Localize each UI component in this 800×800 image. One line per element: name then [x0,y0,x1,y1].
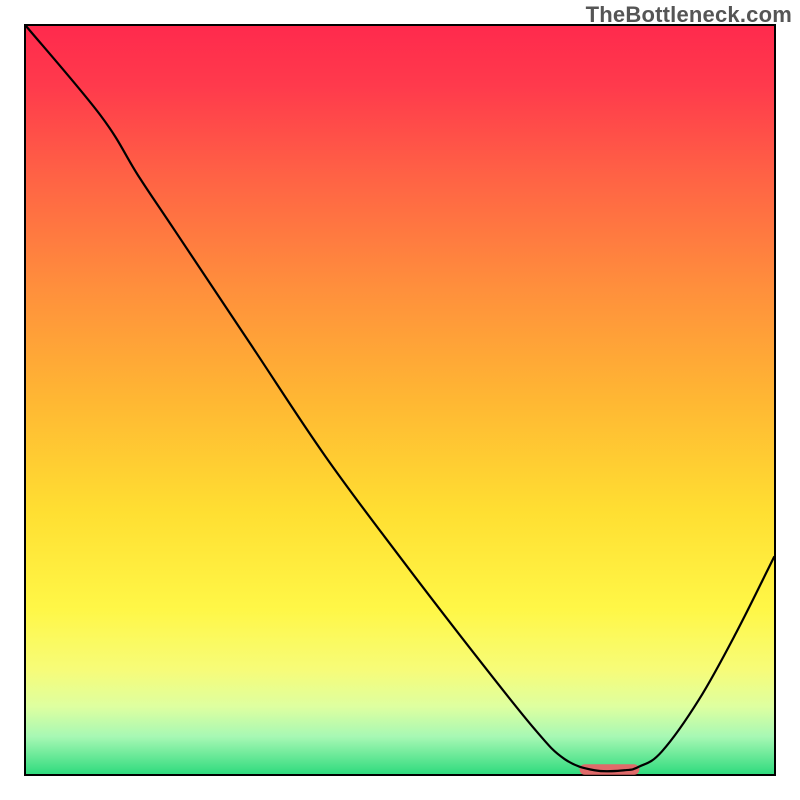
chart-container: TheBottleneck.com [0,0,800,800]
plot-area [24,24,776,776]
chart-overlay [26,26,774,774]
bottleneck-curve [26,26,774,771]
